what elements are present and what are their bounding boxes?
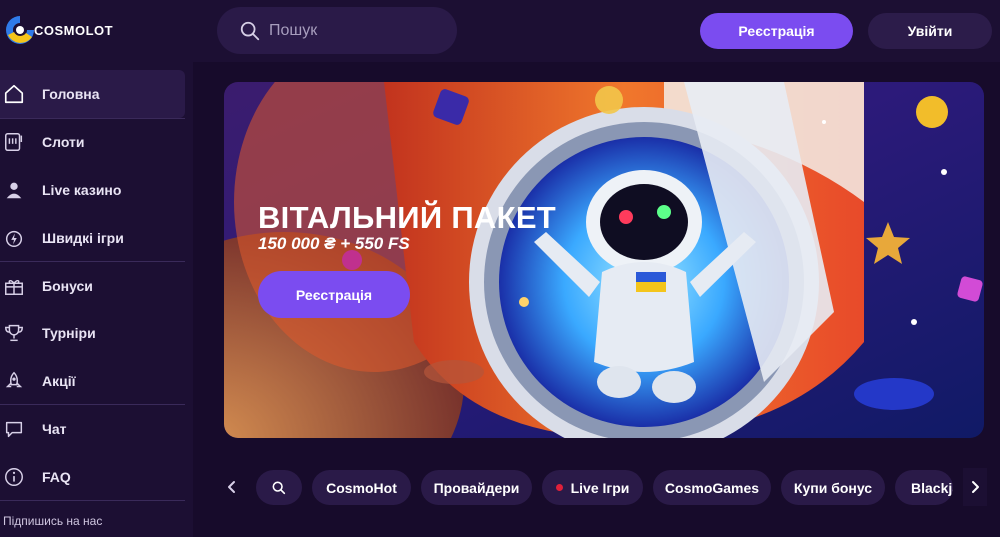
- sidebar-item-label: Турніри: [42, 325, 96, 341]
- sidebar-item-live-casino[interactable]: Live казино: [0, 166, 185, 214]
- info-icon: [3, 466, 25, 488]
- header: COSMOLOT Реєстрація Увійти: [0, 0, 1000, 62]
- category-chip-label: Провайдери: [433, 479, 520, 496]
- category-chip-buy-bonus[interactable]: Купи бонус: [781, 470, 885, 505]
- sidebar-divider: [0, 500, 185, 501]
- category-chip-label: Blackjack: [911, 479, 953, 496]
- sidebar-item-home[interactable]: Головна: [0, 70, 185, 118]
- sidebar-item-label: Швидкі ігри: [42, 230, 124, 246]
- sidebar-item-bonuses[interactable]: Бонуси: [0, 262, 185, 310]
- live-dot-icon: [555, 484, 563, 491]
- search-box[interactable]: [217, 7, 457, 54]
- home-icon: [3, 83, 25, 105]
- search-input[interactable]: [269, 21, 439, 40]
- category-chip-label: Live Ігри: [570, 479, 630, 496]
- category-chip-label: CosmoHot: [326, 479, 397, 496]
- sidebar-item-label: Бонуси: [42, 278, 93, 294]
- sidebar-item-label: FAQ: [42, 469, 71, 485]
- banner-register-button[interactable]: Реєстрація: [258, 271, 410, 318]
- search-icon: [272, 481, 286, 494]
- sidebar-item-slots[interactable]: Слоти: [0, 118, 185, 166]
- register-button[interactable]: Реєстрація: [700, 13, 853, 49]
- sidebar-item-promotions[interactable]: Акції: [0, 357, 185, 405]
- sidebar-item-label: Live казино: [42, 182, 122, 198]
- trophy-icon: [3, 322, 25, 344]
- sidebar-item-fast-games[interactable]: Швидкі ігри: [0, 214, 185, 262]
- category-chip-label: CosmoGames: [664, 479, 760, 496]
- promo-title: ВІТАЛЬНИЙ ПАКЕТ: [258, 200, 557, 235]
- lightning-icon: [3, 227, 25, 249]
- sidebar-item-tournaments[interactable]: Турніри: [0, 309, 185, 357]
- chevron-right-icon: [972, 481, 979, 493]
- category-chip-cosmohot[interactable]: CosmoHot: [312, 470, 411, 505]
- categories-next-button[interactable]: [963, 468, 987, 506]
- follow-us-label: Підпишись на нас: [3, 514, 103, 528]
- sidebar: Головна Слоти Live казино Швидкі ігри Бо…: [0, 62, 193, 537]
- category-chip-live-games[interactable]: Live Ігри: [542, 470, 643, 505]
- category-chip-cosmogames[interactable]: CosmoGames: [653, 470, 771, 505]
- promo-banner[interactable]: ВІТАЛЬНИЙ ПАКЕТ 150 000 ₴ + 550 FS Реєст…: [224, 82, 984, 438]
- sidebar-item-label: Головна: [42, 86, 100, 102]
- sidebar-item-label: Чат: [42, 421, 67, 437]
- astronaut-banner-image: [224, 82, 984, 438]
- category-search-button[interactable]: [256, 470, 302, 505]
- rocket-icon: [3, 370, 25, 392]
- categories-prev-button[interactable]: [220, 468, 244, 506]
- chevron-left-icon: [228, 481, 235, 493]
- brand-logo[interactable]: COSMOLOT: [3, 12, 113, 48]
- dealer-icon: [3, 179, 25, 201]
- sidebar-item-label: Акції: [42, 373, 76, 389]
- gift-icon: [3, 275, 25, 297]
- chat-bubble-icon: [3, 418, 25, 440]
- category-chip-blackjack[interactable]: Blackjack: [895, 470, 953, 505]
- sidebar-item-faq[interactable]: FAQ: [0, 453, 185, 501]
- sidebar-item-chat[interactable]: Чат: [0, 405, 185, 453]
- cosmolot-logo-icon: [6, 16, 34, 44]
- brand-name: COSMOLOT: [34, 23, 114, 38]
- promo-subtitle: 150 000 ₴ + 550 FS: [258, 234, 410, 253]
- category-chip-providers[interactable]: Провайдери: [421, 470, 532, 505]
- search-icon: [240, 21, 260, 40]
- slot-machine-icon: [3, 131, 25, 153]
- sidebar-item-label: Слоти: [42, 134, 85, 150]
- category-chip-label: Купи бонус: [793, 479, 873, 496]
- login-button[interactable]: Увійти: [868, 13, 992, 49]
